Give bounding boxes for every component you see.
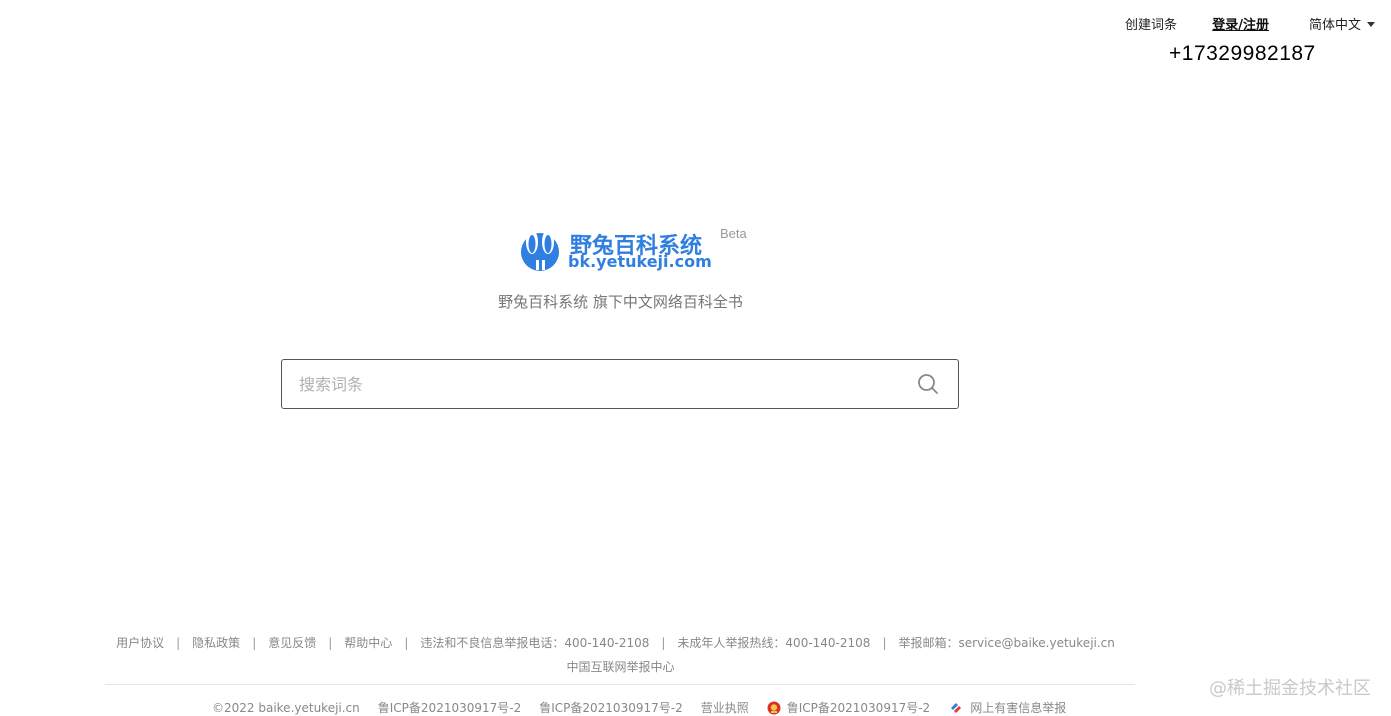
- footer-bottom: ©2022 baike.yetukeji.cn 鲁ICP备2021030917号…: [212, 699, 1066, 716]
- search-box: [281, 359, 959, 409]
- tagline: 野兔百科系统 旗下中文网络百科全书: [0, 291, 1391, 312]
- language-select[interactable]: 简体中文: [1309, 14, 1375, 33]
- footer-link-help[interactable]: 帮助中心: [344, 636, 392, 650]
- phone-number: +17329982187: [1169, 42, 1316, 65]
- footer-links: 用户协议 | 隐私政策 | 意见反馈 | 帮助中心 | 违法和不良信息举报电话：400-140-…: [0, 634, 1391, 675]
- site-logo[interactable]: 野兔百科系统 bk.yetukeji.com Beta: [516, 226, 776, 276]
- footer-separator: |: [661, 636, 666, 650]
- language-label: 简体中文: [1308, 18, 1361, 33]
- business-license-link[interactable]: 营业执照: [701, 699, 749, 716]
- report-logo-icon: [951, 702, 962, 713]
- footer-link-privacy[interactable]: 隐私政策: [192, 636, 240, 650]
- rabbit-logo-icon: [521, 230, 559, 271]
- footer-separator: |: [328, 636, 333, 650]
- search-button[interactable]: [898, 360, 958, 408]
- footer-links-row-2: 中国互联网举报中心: [0, 658, 1316, 675]
- police-badge-icon: [767, 701, 781, 714]
- footer-link-feedback[interactable]: 意见反馈: [268, 636, 316, 650]
- beta-badge: Beta: [720, 226, 747, 241]
- login-register-link[interactable]: 登录/注册: [1212, 14, 1269, 33]
- watermark: @稀土掘金技术社区: [1209, 678, 1371, 699]
- page: 创建词条 登录/注册 简体中文 +17329982187 野兔百科系统 bk.y…: [0, 0, 1391, 716]
- footer-divider: [105, 684, 1135, 685]
- footer-link-user-agreement[interactable]: 用户协议: [116, 636, 164, 650]
- top-nav: 创建词条 登录/注册 简体中文: [1115, 14, 1375, 34]
- logo-domain: bk.yetukeji.com: [568, 252, 712, 271]
- footer-separator: |: [176, 636, 181, 650]
- search-input[interactable]: [282, 373, 898, 395]
- tagline-text: 野兔百科系统 旗下中文网络百科全书: [498, 293, 743, 311]
- icp-link-3: 鲁ICP备2021030917号-2: [786, 701, 931, 715]
- footer-minor-hotline: 未成年人举报热线：400-140-2108: [677, 636, 871, 650]
- copyright: ©2022 baike.yetukeji.cn: [212, 700, 360, 715]
- footer-report-phone: 违法和不良信息举报电话：400-140-2108: [420, 636, 650, 650]
- footer-report-email: 举报邮箱：service@baike.yetukeji.cn: [898, 636, 1115, 650]
- icp-link-1[interactable]: 鲁ICP备2021030917号-2: [378, 699, 521, 716]
- caret-down-icon: [1367, 22, 1375, 27]
- harmful-report-link: 网上有害信息举报: [970, 701, 1067, 715]
- icp-link-2[interactable]: 鲁ICP备2021030917号-2: [539, 699, 682, 716]
- footer-separator: |: [404, 636, 409, 650]
- search-icon: [918, 374, 938, 394]
- create-entry-link[interactable]: 创建词条: [1125, 14, 1177, 33]
- footer-separator: |: [252, 636, 257, 650]
- harmful-report[interactable]: 网上有害信息举报: [948, 699, 1066, 716]
- footer-separator: |: [882, 636, 887, 650]
- icp-record-3[interactable]: 鲁ICP备2021030917号-2: [767, 699, 930, 716]
- footer-link-report-center[interactable]: 中国互联网举报中心: [566, 660, 674, 674]
- footer-links-row: 用户协议 | 隐私政策 | 意见反馈 | 帮助中心 | 违法和不良信息举报电话：400-140-…: [0, 634, 1311, 651]
